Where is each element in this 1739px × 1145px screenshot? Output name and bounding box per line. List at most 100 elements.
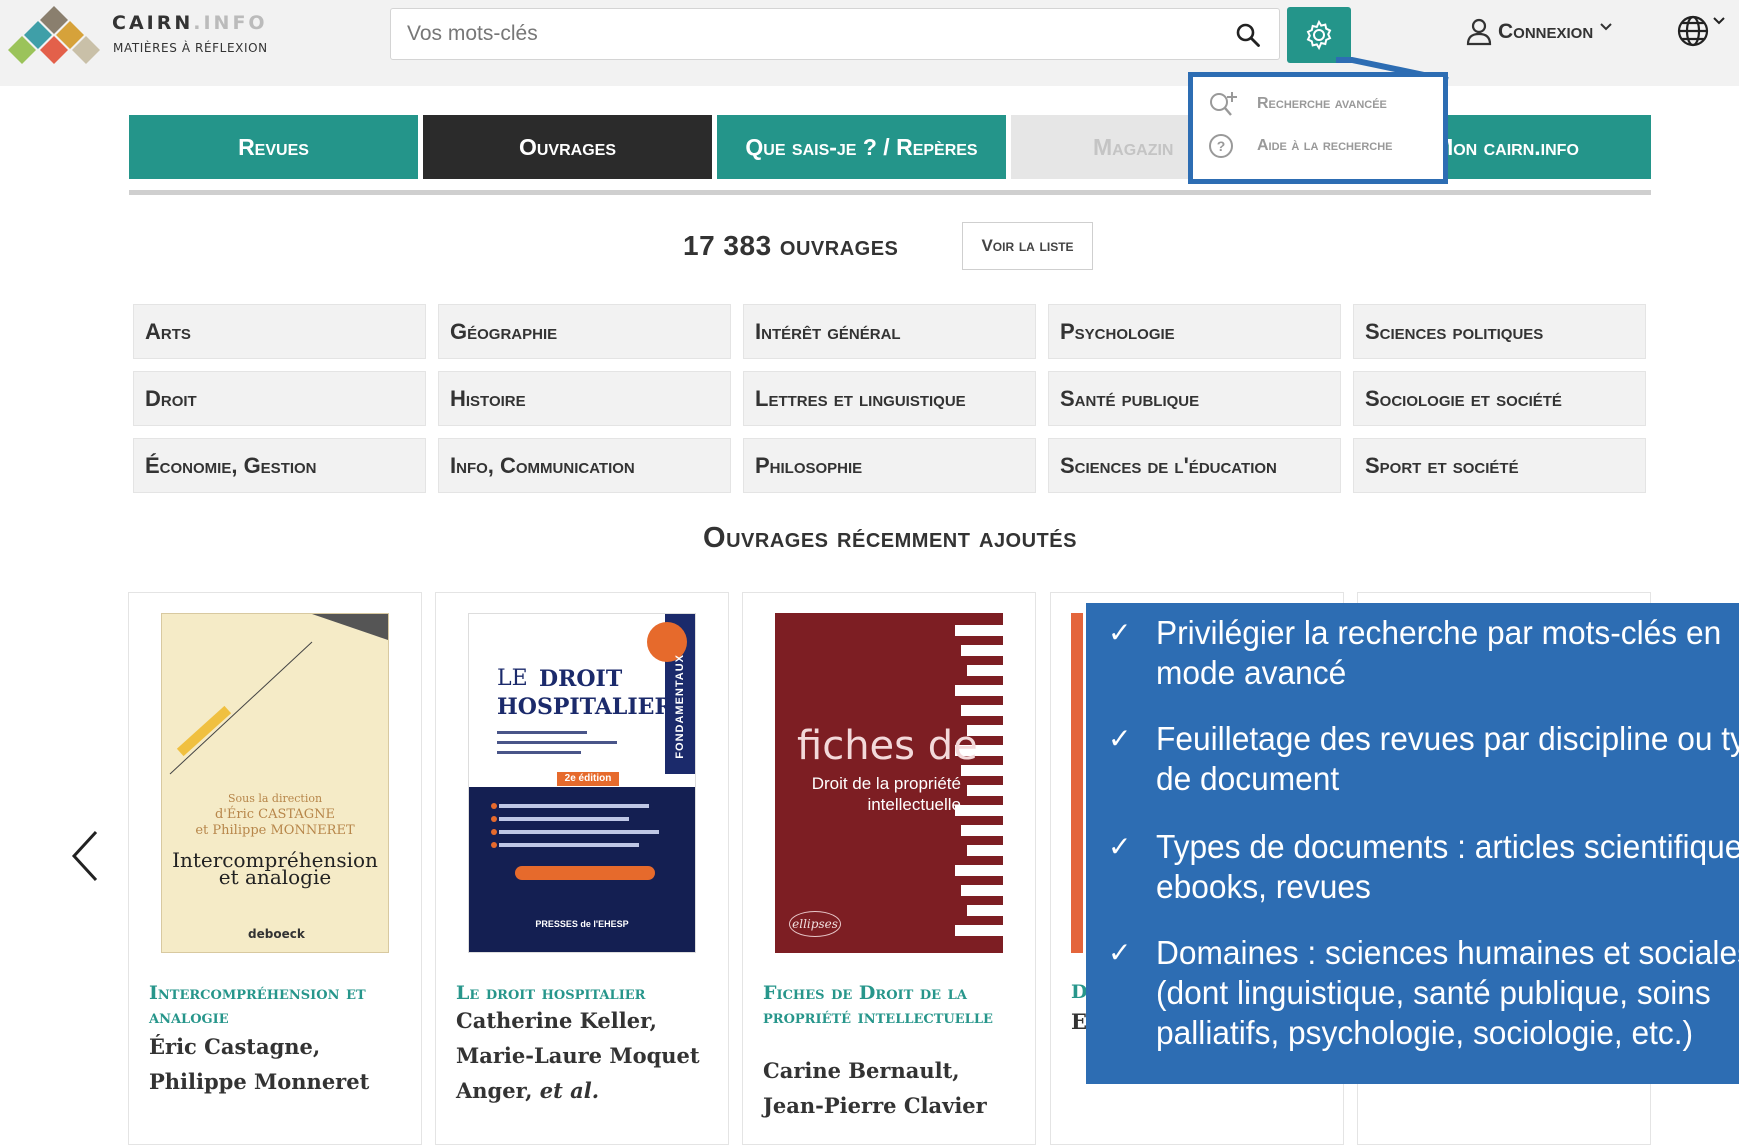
logo-tagline: MATIÈRES À RÉFLEXION: [113, 41, 268, 55]
book-title[interactable]: Le droit hospitalier: [456, 981, 716, 1005]
cairn-logo-icon[interactable]: [8, 4, 100, 66]
cover-bullet: [491, 816, 497, 822]
info-text: Feuilletage des revues par discipline ou…: [1156, 719, 1739, 799]
info-line: Types de documents : articles scientifiq…: [1156, 828, 1739, 865]
cover-series: FONDAMENTAUX: [674, 654, 686, 759]
cover-subtitle-line: intellectuelle: [867, 795, 961, 814]
gear-icon: [1306, 19, 1332, 51]
search-options-dropdown: Recherche avancée ? Aide à la recherche: [1188, 72, 1448, 184]
search-settings-button[interactable]: [1287, 7, 1351, 63]
language-menu[interactable]: [1676, 14, 1726, 48]
search-icon[interactable]: [1235, 22, 1261, 48]
check-icon: ✓: [1108, 936, 1132, 969]
category-item[interactable]: Économie, Gestion: [133, 438, 426, 493]
cover-stripe: [967, 845, 1003, 856]
book-title[interactable]: Intercompréhension et analogie: [149, 981, 409, 1029]
book-title[interactable]: D: [1071, 981, 1087, 1003]
book-authors: Éric Castagne, Philippe Monneret: [149, 1034, 370, 1094]
logo-name-suffix: .INFO: [193, 12, 268, 34]
info-line: de document: [1156, 760, 1340, 797]
info-item: ✓ Feuilletage des revues par discipline …: [1108, 719, 1739, 799]
tab-ouvrages[interactable]: Ouvrages: [423, 115, 712, 179]
cover-bullet-line: [499, 843, 639, 847]
tab-que-sais-je[interactable]: Que sais-je ? / Repères: [717, 115, 1006, 179]
cover-stripe: [967, 905, 1003, 916]
cover-stripe: [961, 645, 1003, 656]
category-item[interactable]: Psychologie: [1048, 304, 1341, 359]
cover-stripe: [967, 785, 1003, 796]
books-count-row: 17 383 ouvrages Voir la liste: [0, 222, 1739, 272]
cover-stripe: [955, 625, 1003, 636]
cover-bullet: [491, 842, 497, 848]
recent-books-heading: Ouvrages récemment ajoutés: [703, 522, 1077, 554]
category-item[interactable]: Lettres et linguistique: [743, 371, 1036, 426]
category-item[interactable]: Info, Communication: [438, 438, 731, 493]
check-icon: ✓: [1108, 616, 1132, 649]
cover-stripe: [961, 825, 1003, 836]
category-item[interactable]: Santé publique: [1048, 371, 1341, 426]
search-input[interactable]: [407, 9, 1207, 59]
cover-direction-line: Sous la direction: [227, 792, 323, 805]
book-card[interactable]: Sous la direction d'Éric CASTAGNE et Phi…: [128, 592, 422, 1145]
logo-wordmark[interactable]: CAIRN.INFO: [112, 12, 268, 34]
login-label: Connexion: [1498, 20, 1594, 43]
see-list-button[interactable]: Voir la liste: [962, 222, 1093, 270]
info-line: mode avancé: [1156, 654, 1347, 691]
book-cover[interactable]: LE DROIT HOSPITALIER 2e édition PRESSES …: [468, 613, 696, 953]
category-item[interactable]: Philosophie: [743, 438, 1036, 493]
cover-bullet: [491, 829, 497, 835]
cover-title: fiches de: [797, 723, 978, 769]
cover-publisher: ellipses: [789, 911, 841, 937]
advanced-search-icon: [1210, 92, 1237, 116]
advanced-search-item[interactable]: Recherche avancée: [1207, 90, 1387, 118]
info-callout-panel: ✓ Privilégier la recherche par mots-clés…: [1086, 603, 1739, 1084]
search-help-label: Aide à la recherche: [1257, 137, 1393, 154]
cover-subtitle-line: Droit de la propriété: [811, 774, 961, 793]
tab-revues[interactable]: Revues: [129, 115, 418, 179]
nav-divider: [129, 190, 1651, 195]
info-line: Privilégier la recherche par mots-clés e…: [1156, 614, 1722, 651]
cover-direction-line: d'Éric CASTAGNE: [214, 807, 335, 822]
book-card[interactable]: LE DROIT HOSPITALIER 2e édition PRESSES …: [435, 592, 729, 1145]
category-item[interactable]: Droit: [133, 371, 426, 426]
cover-diagonal-decoration: [169, 641, 313, 775]
cover-title-word: HOSPITALIER: [497, 694, 673, 720]
category-item[interactable]: Arts: [133, 304, 426, 359]
search-help-item[interactable]: ? Aide à la recherche: [1207, 132, 1393, 160]
cover-bullet-line: [499, 804, 649, 808]
svg-text:?: ?: [1217, 138, 1226, 154]
info-item: ✓ Domaines : sciences humaines et social…: [1108, 933, 1739, 1053]
category-item[interactable]: Histoire: [438, 371, 731, 426]
book-cover[interactable]: [1071, 613, 1083, 953]
cover-bullet-line: [499, 830, 659, 834]
cover-publisher: deboeck: [248, 927, 305, 941]
cover-stripe: [961, 705, 1003, 716]
category-item[interactable]: Géographie: [438, 304, 731, 359]
category-item[interactable]: Sciences de l'éducation: [1048, 438, 1341, 493]
category-item[interactable]: Sciences politiques: [1353, 304, 1646, 359]
info-text: Domaines : sciences humaines et sociales…: [1156, 933, 1739, 1053]
login-menu[interactable]: Connexion: [1466, 16, 1613, 48]
book-title[interactable]: Fiches de Droit de la propriété intellec…: [763, 981, 1023, 1029]
book-cover[interactable]: fiches de Droit de la propriété intellect…: [775, 613, 1003, 953]
chevron-left-icon[interactable]: [68, 828, 102, 884]
book-authors: Carine Bernault, Jean-Pierre Clavier: [763, 1058, 987, 1118]
cover-stripe: [955, 685, 1003, 696]
cover-title-word: DROIT: [539, 666, 623, 692]
book-card[interactable]: fiches de Droit de la propriété intellect…: [742, 592, 1036, 1145]
books-count: 17 383 ouvrages: [683, 230, 899, 261]
logo-name-text: CAIRN: [112, 12, 194, 34]
category-grid: Arts Géographie Intérêt général Psychologie…: [133, 304, 1648, 494]
info-line: palliatifs, psychologie, sociologie, etc…: [1156, 1014, 1694, 1051]
category-item[interactable]: Sociologie et société: [1353, 371, 1646, 426]
cover-stripe: [967, 665, 1003, 676]
cover-stripe: [955, 925, 1003, 936]
category-item[interactable]: Sport et société: [1353, 438, 1646, 493]
cover-author-line: [497, 731, 587, 734]
chevron-down-icon: [1713, 17, 1725, 25]
book-cover[interactable]: Sous la direction d'Éric CASTAGNE et Phi…: [161, 613, 389, 953]
search-box: [390, 8, 1280, 60]
info-text: Privilégier la recherche par mots-clés e…: [1156, 613, 1721, 693]
globe-icon: [1677, 15, 1709, 47]
category-item[interactable]: Intérêt général: [743, 304, 1036, 359]
